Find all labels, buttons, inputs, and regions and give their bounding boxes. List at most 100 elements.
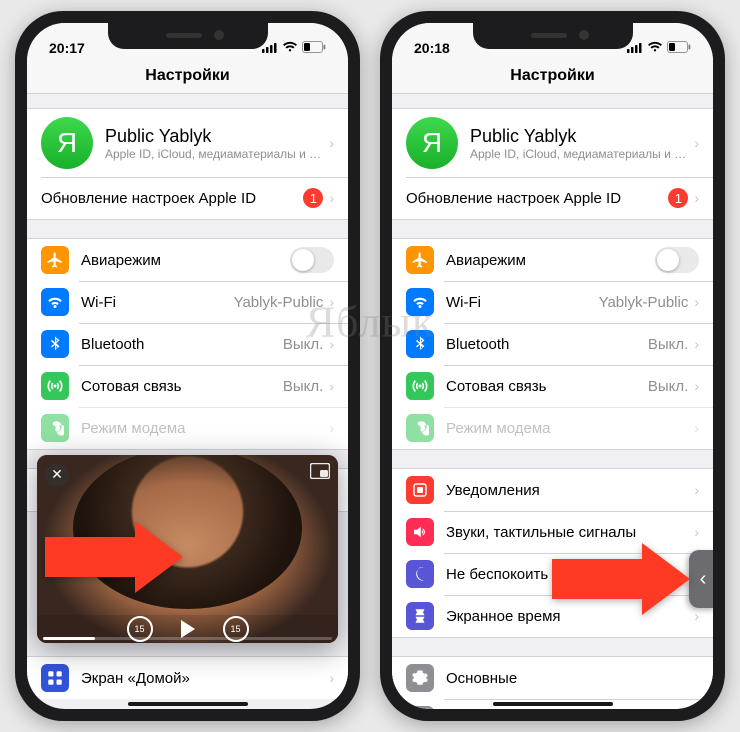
phone-right: 20:18 Настройки Я Public Yablyk Apple ID… xyxy=(380,11,725,721)
cellular-row[interactable]: Сотовая связь Выкл. › xyxy=(27,365,348,407)
wifi-row[interactable]: Wi-Fi Yablyk-Public › xyxy=(27,281,348,323)
cellular-value: Выкл. xyxy=(283,378,323,395)
airplane-toggle[interactable] xyxy=(290,247,334,273)
notifications-row[interactable]: Уведомления › xyxy=(392,469,713,511)
general-icon xyxy=(406,664,434,692)
sounds-label: Звуки, тактильные сигналы xyxy=(446,524,688,541)
wifi-label: Wi-Fi xyxy=(446,294,593,311)
chevron-right-icon: › xyxy=(694,524,699,540)
profile-name: Public Yablyk xyxy=(470,126,688,147)
bluetooth-label: Bluetooth xyxy=(446,336,642,353)
control-icon xyxy=(406,706,434,709)
airplane-icon xyxy=(406,246,434,274)
battery-icon xyxy=(302,40,326,56)
wifi-icon xyxy=(647,40,663,56)
profile-name: Public Yablyk xyxy=(105,126,323,147)
home-row[interactable]: Экран «Домой» › xyxy=(27,657,348,699)
avatar: Я xyxy=(41,117,93,169)
appleid-update-row[interactable]: Обновление настроек Apple ID 1 › xyxy=(392,177,713,219)
chevron-right-icon: › xyxy=(694,336,699,352)
home-label: Экран «Домой» xyxy=(81,670,323,687)
hotspot-row[interactable]: Режим модема › xyxy=(392,407,713,449)
phone-left: 20:17 Настройки Я Public Yablyk Apple ID… xyxy=(15,11,360,721)
bluetooth-row[interactable]: Bluetooth Выкл. › xyxy=(27,323,348,365)
profile-row[interactable]: Я Public Yablyk Apple ID, iCloud, медиам… xyxy=(392,109,713,177)
general-row[interactable]: Основные xyxy=(392,657,713,699)
wifi-icon xyxy=(282,40,298,56)
chevron-right-icon: › xyxy=(694,294,699,310)
wifi-icon xyxy=(41,288,69,316)
profile-row[interactable]: Я Public Yablyk Apple ID, iCloud, медиам… xyxy=(27,109,348,177)
profile-sub: Apple ID, iCloud, медиаматериалы и покуп… xyxy=(470,147,688,161)
bluetooth-icon xyxy=(41,330,69,358)
home-indicator[interactable] xyxy=(128,702,248,706)
bluetooth-row[interactable]: Bluetooth Выкл. › xyxy=(392,323,713,365)
avatar: Я xyxy=(406,117,458,169)
pip-play-button[interactable] xyxy=(181,620,195,638)
wifi-value: Yablyk-Public xyxy=(599,294,689,311)
dnd-icon xyxy=(406,560,434,588)
pip-close-button[interactable]: ✕ xyxy=(45,463,69,487)
appleid-update-row[interactable]: Обновление настроек Apple ID 1 › xyxy=(27,177,348,219)
chevron-right-icon: › xyxy=(694,135,699,151)
pip-progress[interactable] xyxy=(43,637,332,640)
chevron-right-icon: › xyxy=(694,378,699,394)
bluetooth-icon xyxy=(406,330,434,358)
wifi-row[interactable]: Wi-Fi Yablyk-Public › xyxy=(392,281,713,323)
cellular-icon xyxy=(406,372,434,400)
cellular-label: Сотовая связь xyxy=(81,378,277,395)
wifi-icon xyxy=(406,288,434,316)
bluetooth-value: Выкл. xyxy=(283,336,323,353)
wifi-value: Yablyk-Public xyxy=(234,294,324,311)
hotspot-label: Режим модема xyxy=(446,420,688,437)
appleid-update-label: Обновление настроек Apple ID xyxy=(406,190,662,207)
hotspot-icon xyxy=(41,414,69,442)
status-time: 20:17 xyxy=(49,40,85,56)
pip-side-tab[interactable]: ‹ xyxy=(689,550,713,608)
chevron-right-icon: › xyxy=(329,190,334,206)
cellular-row[interactable]: Сотовая связь Выкл. › xyxy=(392,365,713,407)
battery-icon xyxy=(667,40,691,56)
general-label: Основные xyxy=(446,670,699,687)
cellular-icon xyxy=(41,372,69,400)
airplane-toggle[interactable] xyxy=(655,247,699,273)
appleid-update-label: Обновление настроек Apple ID xyxy=(41,190,297,207)
pip-restore-button[interactable] xyxy=(310,463,330,484)
chevron-right-icon: › xyxy=(329,378,334,394)
notch xyxy=(473,23,633,49)
bluetooth-label: Bluetooth xyxy=(81,336,277,353)
annotation-arrow xyxy=(45,521,183,593)
chevron-right-icon: › xyxy=(329,135,334,151)
airplane-label: Авиарежим xyxy=(81,252,290,269)
badge: 1 xyxy=(303,188,323,208)
notifications-label: Уведомления xyxy=(446,482,688,499)
chevron-right-icon: › xyxy=(694,190,699,206)
home-icon xyxy=(41,664,69,692)
bluetooth-value: Выкл. xyxy=(648,336,688,353)
airplane-row[interactable]: Авиарежим xyxy=(27,239,348,281)
airplane-icon xyxy=(41,246,69,274)
profile-sub: Apple ID, iCloud, медиаматериалы и покуп… xyxy=(105,147,323,161)
chevron-right-icon: › xyxy=(329,420,334,436)
sounds-icon xyxy=(406,518,434,546)
screentime-icon xyxy=(406,602,434,630)
chevron-right-icon: › xyxy=(329,294,334,310)
chevron-right-icon: › xyxy=(694,482,699,498)
home-indicator[interactable] xyxy=(493,702,613,706)
wifi-label: Wi-Fi xyxy=(81,294,228,311)
chevron-right-icon: › xyxy=(694,608,699,624)
cellular-value: Выкл. xyxy=(648,378,688,395)
chevron-right-icon: › xyxy=(329,670,334,686)
badge: 1 xyxy=(668,188,688,208)
airplane-label: Авиарежим xyxy=(446,252,655,269)
hotspot-icon xyxy=(406,414,434,442)
airplane-row[interactable]: Авиарежим xyxy=(392,239,713,281)
notch xyxy=(108,23,268,49)
cellular-label: Сотовая связь xyxy=(446,378,642,395)
chevron-right-icon: › xyxy=(694,420,699,436)
hotspot-row[interactable]: Режим модема › xyxy=(27,407,348,449)
notifications-icon xyxy=(406,476,434,504)
status-time: 20:18 xyxy=(414,40,450,56)
hotspot-label: Режим модема xyxy=(81,420,323,437)
annotation-arrow xyxy=(552,543,690,615)
